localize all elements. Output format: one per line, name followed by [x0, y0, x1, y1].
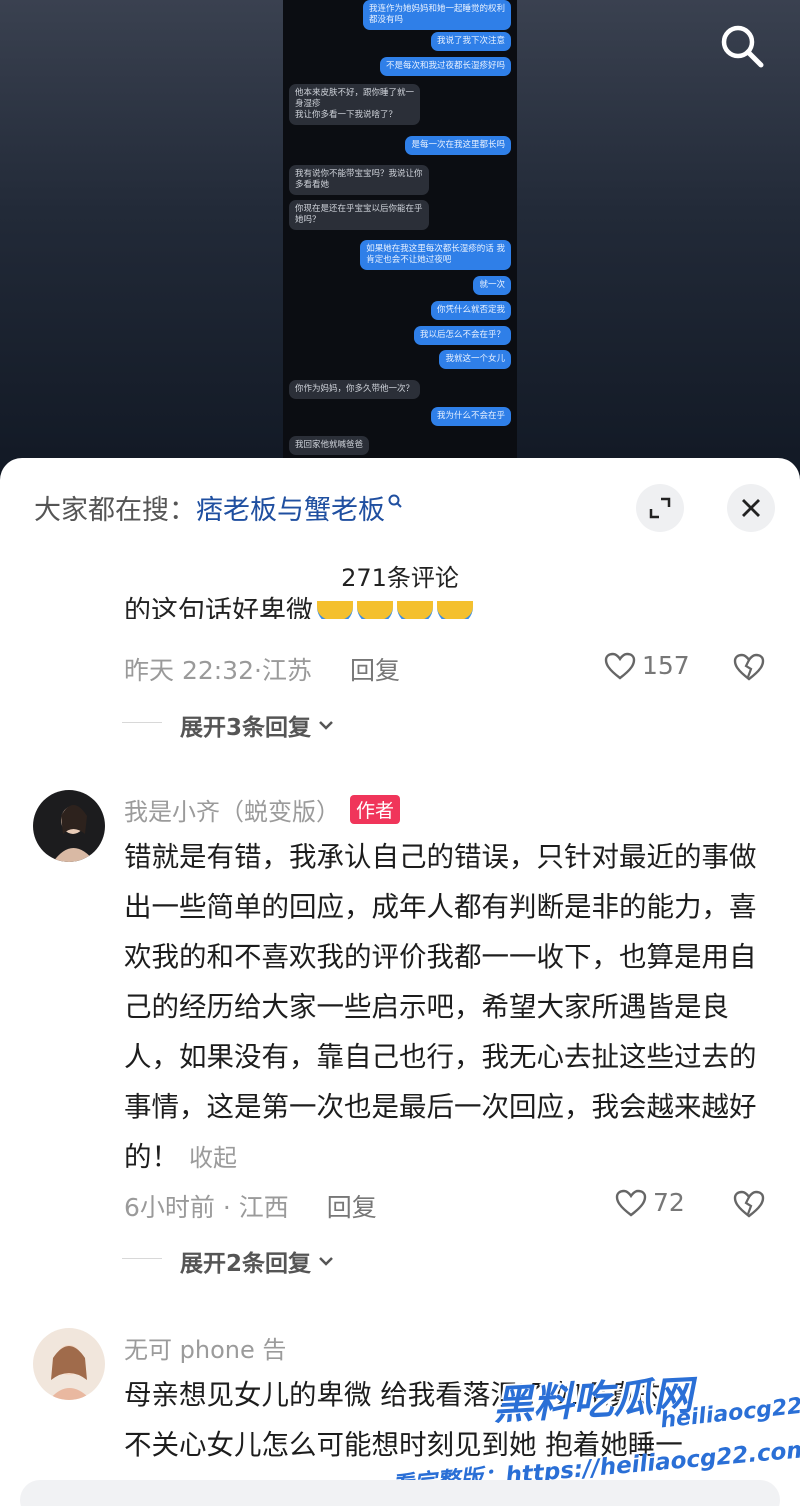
- avatar[interactable]: [33, 790, 105, 862]
- hot-search-link[interactable]: 大家都在搜： 痞老板与蟹老板: [34, 488, 402, 527]
- expand-replies-label: 展开3条回复: [180, 715, 312, 741]
- reply-button[interactable]: 回复: [350, 656, 400, 685]
- crying-emoji-icon: [317, 600, 353, 619]
- comment-meta: 昨天 22:32·江苏 回复: [124, 651, 400, 687]
- chat-bubble: 我回家他就喊爸爸: [289, 436, 370, 455]
- chat-bubble: 我就这一个女儿: [439, 350, 511, 369]
- expand-button[interactable]: [636, 484, 684, 532]
- chat-bubble: 就一次: [473, 276, 511, 295]
- hot-search-prefix: 大家都在搜：: [34, 495, 196, 526]
- close-button[interactable]: [727, 484, 775, 532]
- divider-line: [122, 722, 162, 723]
- expand-replies-button[interactable]: 展开3条回复: [122, 708, 335, 742]
- comment-input[interactable]: [20, 1480, 780, 1506]
- chat-bubble: 他本来皮肤不好，跟你睡了就一 身湿疹 我让你多看一下我说啥了？: [289, 84, 421, 125]
- broken-heart-icon: [733, 1190, 765, 1218]
- username[interactable]: 无可 phone 告: [124, 1330, 286, 1365]
- chat-bubble: 我连作为她妈妈和她一起睡觉的权利 都没有吗: [362, 0, 511, 30]
- comment-time: 昨天 22:32·江苏: [124, 656, 312, 685]
- dislike-button[interactable]: [733, 653, 765, 685]
- broken-heart-icon: [733, 653, 765, 681]
- like-count: 157: [642, 651, 690, 680]
- chat-bubble: 我为什么不会在乎: [430, 407, 511, 426]
- chat-bubble: 我说了我下次注意: [430, 32, 511, 51]
- reply-button[interactable]: 回复: [327, 1193, 377, 1222]
- comment-user[interactable]: 我是小齐（蜕变版） 作者: [124, 792, 401, 827]
- expand-replies-label: 展开2条回复: [180, 1251, 312, 1277]
- chat-screenshot: 我连作为她妈妈和她一起睡觉的权利 都没有吗我说了我下次注意不是每次和我过夜都长湿…: [283, 0, 517, 470]
- comment-meta: 6小时前 · 江西 回复: [124, 1188, 377, 1224]
- chat-bubble: 你凭什么就否定我: [430, 301, 511, 320]
- expand-replies-button[interactable]: 展开2条回复: [122, 1244, 335, 1278]
- comment-sheet: 大家都在搜： 痞老板与蟹老板 271条评论 的这句话好卑微 昨天 22:32·江…: [0, 458, 800, 1506]
- expand-icon: [649, 497, 671, 519]
- like-button[interactable]: 72: [615, 1188, 685, 1217]
- comment-text: 错就是有错，我承认自己的错误，只针对最近的事做出一些简单的回应，成年人都有判断是…: [124, 832, 764, 1183]
- crying-emoji-icon: [397, 600, 433, 619]
- like-count: 72: [653, 1188, 685, 1217]
- chat-bubble: 不是每次和我过夜都长湿疹好吗: [379, 57, 511, 76]
- author-badge: 作者: [350, 795, 401, 824]
- search-small-icon: [388, 494, 402, 508]
- search-icon: [721, 25, 764, 68]
- chat-bubble: 你现在是还在乎宝宝以后你能在乎 她吗？: [289, 200, 429, 230]
- hot-search-keyword[interactable]: 痞老板与蟹老板: [196, 488, 385, 527]
- collapse-button[interactable]: 收起: [189, 1144, 237, 1172]
- divider-line: [122, 1258, 162, 1259]
- video-background[interactable]: 我连作为她妈妈和她一起睡觉的权利 都没有吗我说了我下次注意不是每次和我过夜都长湿…: [0, 0, 800, 470]
- comment-user[interactable]: 无可 phone 告: [124, 1330, 286, 1365]
- heart-icon: [615, 1189, 647, 1217]
- comment-body: 错就是有错，我承认自己的错误，只针对最近的事做出一些简单的回应，成年人都有判断是…: [124, 841, 757, 1173]
- chat-bubble: 我以后怎么不会在乎？: [413, 326, 511, 345]
- close-icon: [742, 499, 760, 517]
- like-button[interactable]: 157: [604, 651, 690, 680]
- chat-bubble: 是每一次在我这里都长吗: [405, 136, 511, 155]
- comment-text-partial: 的这句话好卑微: [124, 587, 473, 619]
- chevron-down-icon: [319, 721, 333, 730]
- comment-time: 6小时前 · 江西: [124, 1193, 289, 1222]
- avatar[interactable]: [33, 1328, 105, 1400]
- crying-emoji-icon: [357, 600, 393, 619]
- search-button[interactable]: [718, 22, 766, 70]
- chat-bubble: 你作为妈妈，你多久带他一次？: [289, 380, 421, 399]
- chat-bubble: 我有说你不能带宝宝吗？我说让你 多看看她: [289, 165, 429, 195]
- chevron-down-icon: [319, 1257, 333, 1266]
- chat-bubble: 如果她在我这里每次都长湿疹的话 我 肯定也会不让她过夜吧: [360, 240, 511, 270]
- crying-emoji-icon: [437, 600, 473, 619]
- dislike-button[interactable]: [733, 1190, 765, 1222]
- heart-icon: [604, 652, 636, 680]
- username[interactable]: 我是小齐（蜕变版）: [124, 792, 340, 827]
